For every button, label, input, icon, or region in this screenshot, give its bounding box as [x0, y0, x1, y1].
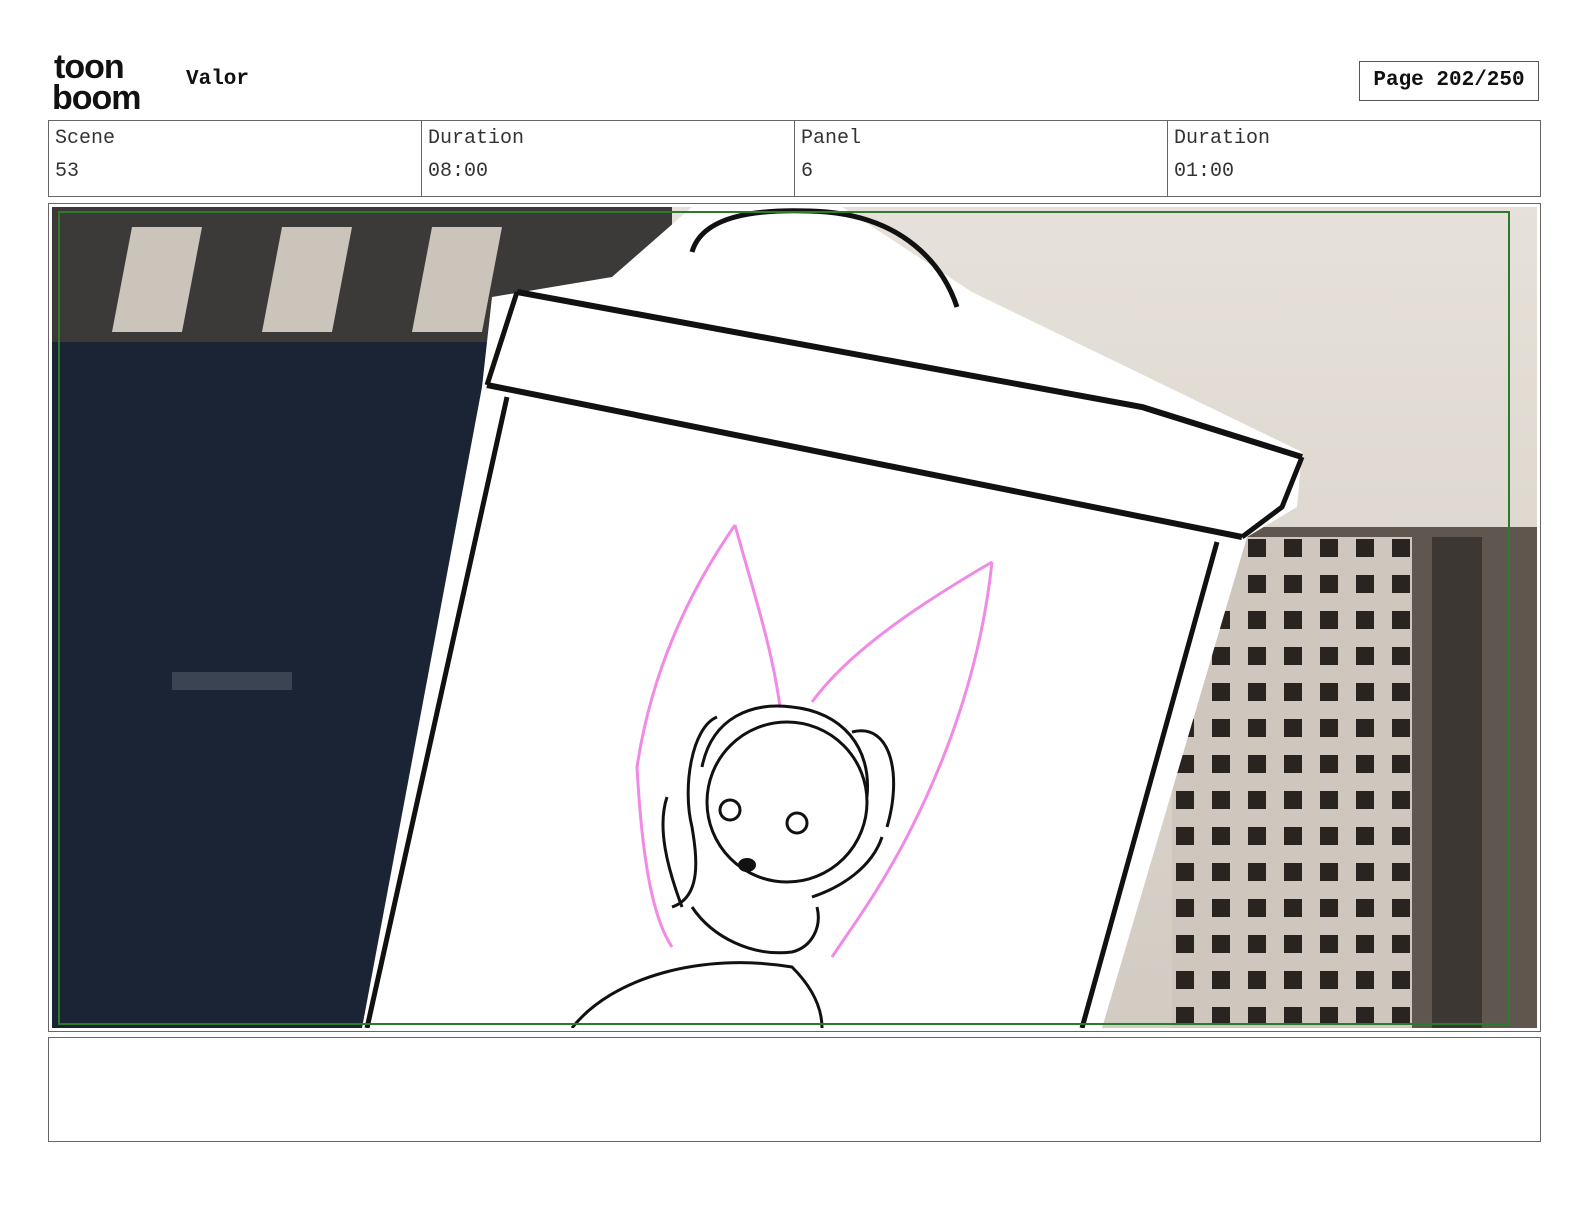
scene-cell: Scene 53 [49, 121, 421, 196]
scene-duration-cell: Duration 08:00 [421, 121, 794, 196]
background-pillar [1432, 537, 1482, 1028]
scene-info-table: Scene 53 Duration 08:00 Panel 6 Duration… [48, 120, 1541, 197]
panel-cell: Panel 6 [794, 121, 1167, 196]
panel-duration-value: 01:00 [1174, 160, 1235, 183]
page-number: Page 202/250 [1359, 61, 1539, 101]
scene-value: 53 [55, 160, 80, 183]
scene-duration-value: 08:00 [428, 160, 489, 183]
panel-value: 6 [801, 160, 814, 183]
panel-image-frame [48, 203, 1541, 1032]
toon-boom-logo: toon boom [52, 50, 142, 112]
panel-notes-box[interactable] [48, 1037, 1541, 1142]
scene-label: Scene [55, 127, 116, 150]
panel-duration-cell: Duration 01:00 [1167, 121, 1540, 196]
background-light-smudge [172, 672, 292, 690]
panel-duration-label: Duration [1174, 127, 1271, 150]
panel-label: Panel [801, 127, 862, 150]
logo-word-boom: boom [52, 79, 141, 112]
project-title: Valor [186, 68, 250, 91]
character-mouth [738, 858, 756, 872]
storyboard-panel-image [52, 207, 1537, 1028]
scene-duration-label: Duration [428, 127, 525, 150]
